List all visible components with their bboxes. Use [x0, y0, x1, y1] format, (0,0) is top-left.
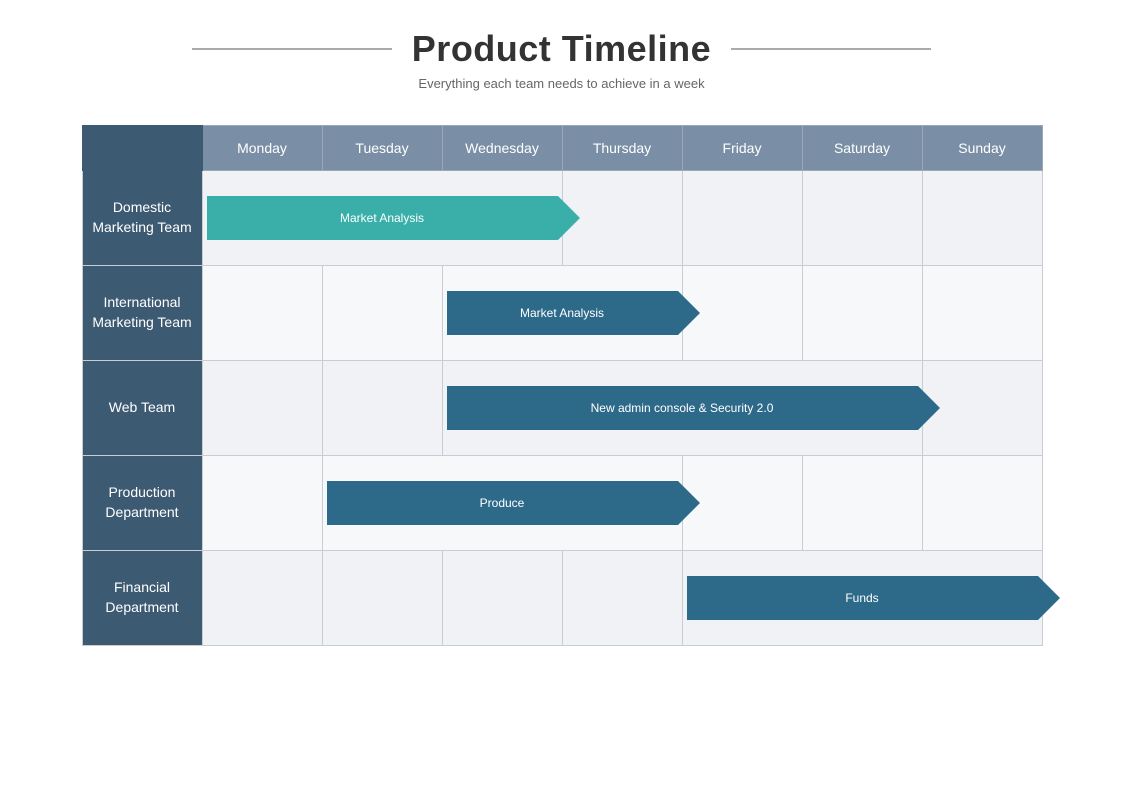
- cell-team1-day6: [922, 266, 1042, 361]
- timeline-table: MondayTuesdayWednesdayThursdayFridaySatu…: [82, 125, 1043, 646]
- team-label-1: International Marketing Team: [82, 266, 202, 361]
- header-day-saturday: Saturday: [802, 126, 922, 171]
- task-arrow-body: Market Analysis: [207, 196, 558, 240]
- header-day-monday: Monday: [202, 126, 322, 171]
- task-arrow: Funds: [687, 576, 1038, 620]
- cell-team4-day0: [202, 551, 322, 646]
- header-day-sunday: Sunday: [922, 126, 1042, 171]
- team-label-2: Web Team: [82, 361, 202, 456]
- task-arrow: New admin console & Security 2.0: [447, 386, 918, 430]
- cell-team3-day6: [922, 456, 1042, 551]
- cell-team0-day6: [922, 171, 1042, 266]
- cell-team1-day0: [202, 266, 322, 361]
- cell-team4-day3: [562, 551, 682, 646]
- cell-team0-day3: [562, 171, 682, 266]
- header-day-friday: Friday: [682, 126, 802, 171]
- cell-team2-day1: [322, 361, 442, 456]
- header-day-tuesday: Tuesday: [322, 126, 442, 171]
- cell-team2-day2: New admin console & Security 2.0: [442, 361, 922, 456]
- page-title: Product Timeline: [412, 28, 711, 70]
- cell-team2-day6: [922, 361, 1042, 456]
- cell-team3-day0: [202, 456, 322, 551]
- header-label-cell: [82, 126, 202, 171]
- cell-team0-day4: [682, 171, 802, 266]
- cell-team3-day4: [682, 456, 802, 551]
- task-arrow-body: New admin console & Security 2.0: [447, 386, 918, 430]
- cell-team1-day2: Market Analysis: [442, 266, 682, 361]
- header-day-thursday: Thursday: [562, 126, 682, 171]
- task-arrow: Market Analysis: [447, 291, 678, 335]
- table-row: Web Team New admin console & Security 2.0: [82, 361, 1042, 456]
- table-row: Production Department Produce: [82, 456, 1042, 551]
- cell-team0-day0: Market Analysis: [202, 171, 562, 266]
- team-label-4: Financial Department: [82, 551, 202, 646]
- cell-team3-day1: Produce: [322, 456, 682, 551]
- task-arrow: Produce: [327, 481, 678, 525]
- team-label-3: Production Department: [82, 456, 202, 551]
- page-header: Product Timeline Everything each team ne…: [0, 0, 1123, 103]
- cell-team3-day5: [802, 456, 922, 551]
- table-row: International Marketing Team Market Analy…: [82, 266, 1042, 361]
- cell-team4-day2: [442, 551, 562, 646]
- task-arrow-body: Market Analysis: [447, 291, 678, 335]
- cell-team4-day4: Funds: [682, 551, 1042, 646]
- task-arrow-body: Funds: [687, 576, 1038, 620]
- table-row: Financial Department Funds: [82, 551, 1042, 646]
- cell-team1-day5: [802, 266, 922, 361]
- cell-team0-day5: [802, 171, 922, 266]
- page-subtitle: Everything each team needs to achieve in…: [0, 76, 1123, 91]
- team-label-0: Domestic Marketing Team: [82, 171, 202, 266]
- cell-team1-day4: [682, 266, 802, 361]
- header-line-right: [731, 48, 931, 50]
- cell-team2-day0: [202, 361, 322, 456]
- header-line-left: [192, 48, 392, 50]
- table-row: Domestic Marketing TeamMarket Analysis: [82, 171, 1042, 266]
- header-day-wednesday: Wednesday: [442, 126, 562, 171]
- task-arrow: Market Analysis: [207, 196, 558, 240]
- task-arrow-body: Produce: [327, 481, 678, 525]
- timeline-wrapper: MondayTuesdayWednesdayThursdayFridaySatu…: [82, 125, 1042, 646]
- cell-team1-day1: [322, 266, 442, 361]
- cell-team4-day1: [322, 551, 442, 646]
